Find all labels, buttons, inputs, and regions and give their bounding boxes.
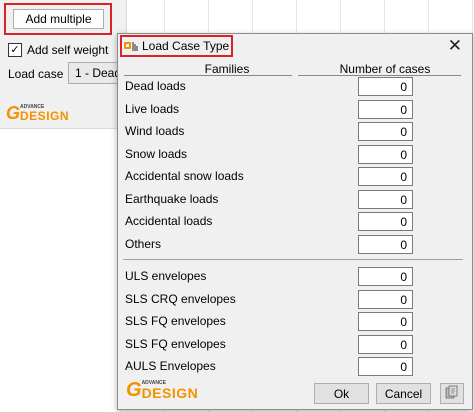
envelope-label: ULS envelopes xyxy=(125,269,207,283)
advance-design-logo: G ADVANCE DESIGN xyxy=(6,104,69,122)
envelope-count-input[interactable]: 0 xyxy=(358,267,413,286)
left-panel: Add multiple ✓ Add self weight Load case… xyxy=(0,0,127,129)
load-case-type-icon xyxy=(124,40,139,55)
library-icon xyxy=(445,385,459,402)
envelope-count-input[interactable]: 0 xyxy=(358,290,413,309)
self-weight-row[interactable]: ✓ Add self weight xyxy=(8,43,108,57)
logo-main-text: DESIGN xyxy=(141,385,199,401)
family-label: Snow loads xyxy=(125,147,188,161)
family-count-input[interactable]: 0 xyxy=(358,235,413,254)
envelope-count-input[interactable]: 0 xyxy=(358,312,413,331)
close-icon[interactable]: ✕ xyxy=(448,36,462,56)
family-count-input[interactable]: 0 xyxy=(358,122,413,141)
logo-g-icon: G xyxy=(6,103,21,123)
envelope-label: AULS Envelopes xyxy=(125,359,216,373)
envelope-label: SLS CRQ envelopes xyxy=(125,292,236,306)
family-count-input[interactable]: 0 xyxy=(358,77,413,96)
add-multiple-button[interactable]: Add multiple xyxy=(13,9,104,29)
families-header-line xyxy=(124,75,292,76)
family-count-input[interactable]: 0 xyxy=(358,167,413,186)
families-header: Families xyxy=(204,62,250,76)
cancel-button[interactable]: Cancel xyxy=(376,383,431,404)
self-weight-label: Add self weight xyxy=(27,43,109,57)
dialog-title: Load Case Type xyxy=(142,39,230,53)
load-case-type-dialog: Load Case Type ✕ Families Number of case… xyxy=(117,33,473,410)
envelope-count-input[interactable]: 0 xyxy=(358,335,413,354)
load-case-label: Load case xyxy=(8,67,64,81)
ok-button[interactable]: Ok xyxy=(314,383,369,404)
self-weight-checkbox[interactable]: ✓ xyxy=(8,43,22,57)
family-label: Others xyxy=(125,237,162,251)
family-label: Accidental snow loads xyxy=(125,169,244,183)
number-header-line xyxy=(298,75,461,76)
number-of-cases-header: Number of cases xyxy=(339,62,431,76)
family-label: Accidental loads xyxy=(125,214,213,228)
envelope-label: SLS FQ envelopes xyxy=(125,314,226,328)
envelope-count-input[interactable]: 0 xyxy=(358,357,413,376)
family-label: Dead loads xyxy=(125,79,186,93)
logo-main-text: DESIGN xyxy=(20,109,70,123)
family-label: Live loads xyxy=(125,102,180,116)
family-label: Wind loads xyxy=(125,124,185,138)
section-separator xyxy=(123,259,463,260)
family-count-input[interactable]: 0 xyxy=(358,190,413,209)
family-count-input[interactable]: 0 xyxy=(358,100,413,119)
library-button[interactable] xyxy=(440,383,464,404)
add-multiple-highlight: Add multiple xyxy=(4,3,112,35)
envelope-label: SLS FQ envelopes xyxy=(125,337,226,351)
advance-design-logo: G ADVANCE DESIGN xyxy=(126,380,198,400)
family-label: Earthquake loads xyxy=(125,192,219,206)
family-count-input[interactable]: 0 xyxy=(358,145,413,164)
logo-g-icon: G xyxy=(126,379,142,401)
family-count-input[interactable]: 0 xyxy=(358,212,413,231)
